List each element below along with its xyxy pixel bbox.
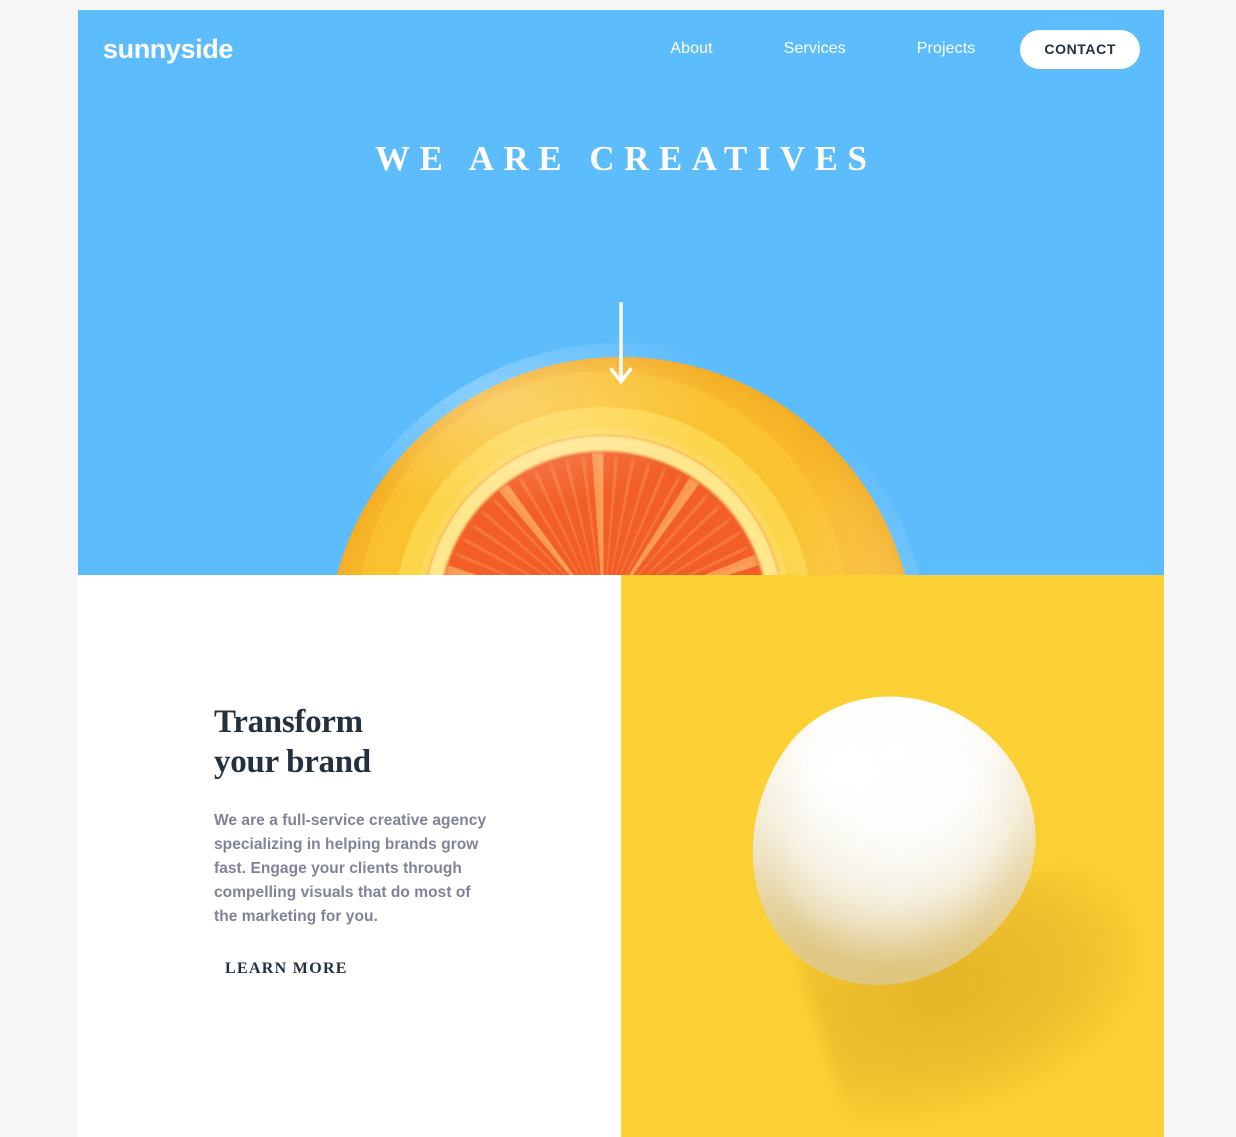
nav-item-about[interactable]: About xyxy=(670,34,712,64)
egg-highlight xyxy=(797,733,917,825)
transform-text-inner: Transform your brand We are a full-servi… xyxy=(213,702,494,980)
transform-body: We are a full-service creative agency sp… xyxy=(214,811,487,925)
nav-item-services[interactable]: Services xyxy=(784,34,846,64)
contact-button[interactable]: CONTACT xyxy=(1020,29,1140,69)
hero-title: WE ARE CREATIVES xyxy=(375,139,877,178)
site-logo[interactable]: sunnyside xyxy=(103,35,233,63)
hero-section: sunnyside About Services Projects CONTAC… xyxy=(78,10,1164,575)
transform-section: Transform your brand We are a full-servi… xyxy=(78,575,1164,1137)
learn-more-link[interactable]: LEARN MORE xyxy=(213,958,360,980)
main-navbar: sunnyside About Services Projects CONTAC… xyxy=(78,10,1164,88)
transform-egg-image xyxy=(621,575,1164,1137)
transform-heading: Transform your brand xyxy=(214,704,371,781)
nav-links: About Services Projects CONTACT xyxy=(670,29,1140,69)
transform-text-panel: Transform your brand We are a full-servi… xyxy=(78,575,621,1137)
page-container: sunnyside About Services Projects CONTAC… xyxy=(78,10,1164,1137)
nav-item-projects[interactable]: Projects xyxy=(917,34,976,64)
down-arrow-icon[interactable] xyxy=(608,302,634,390)
